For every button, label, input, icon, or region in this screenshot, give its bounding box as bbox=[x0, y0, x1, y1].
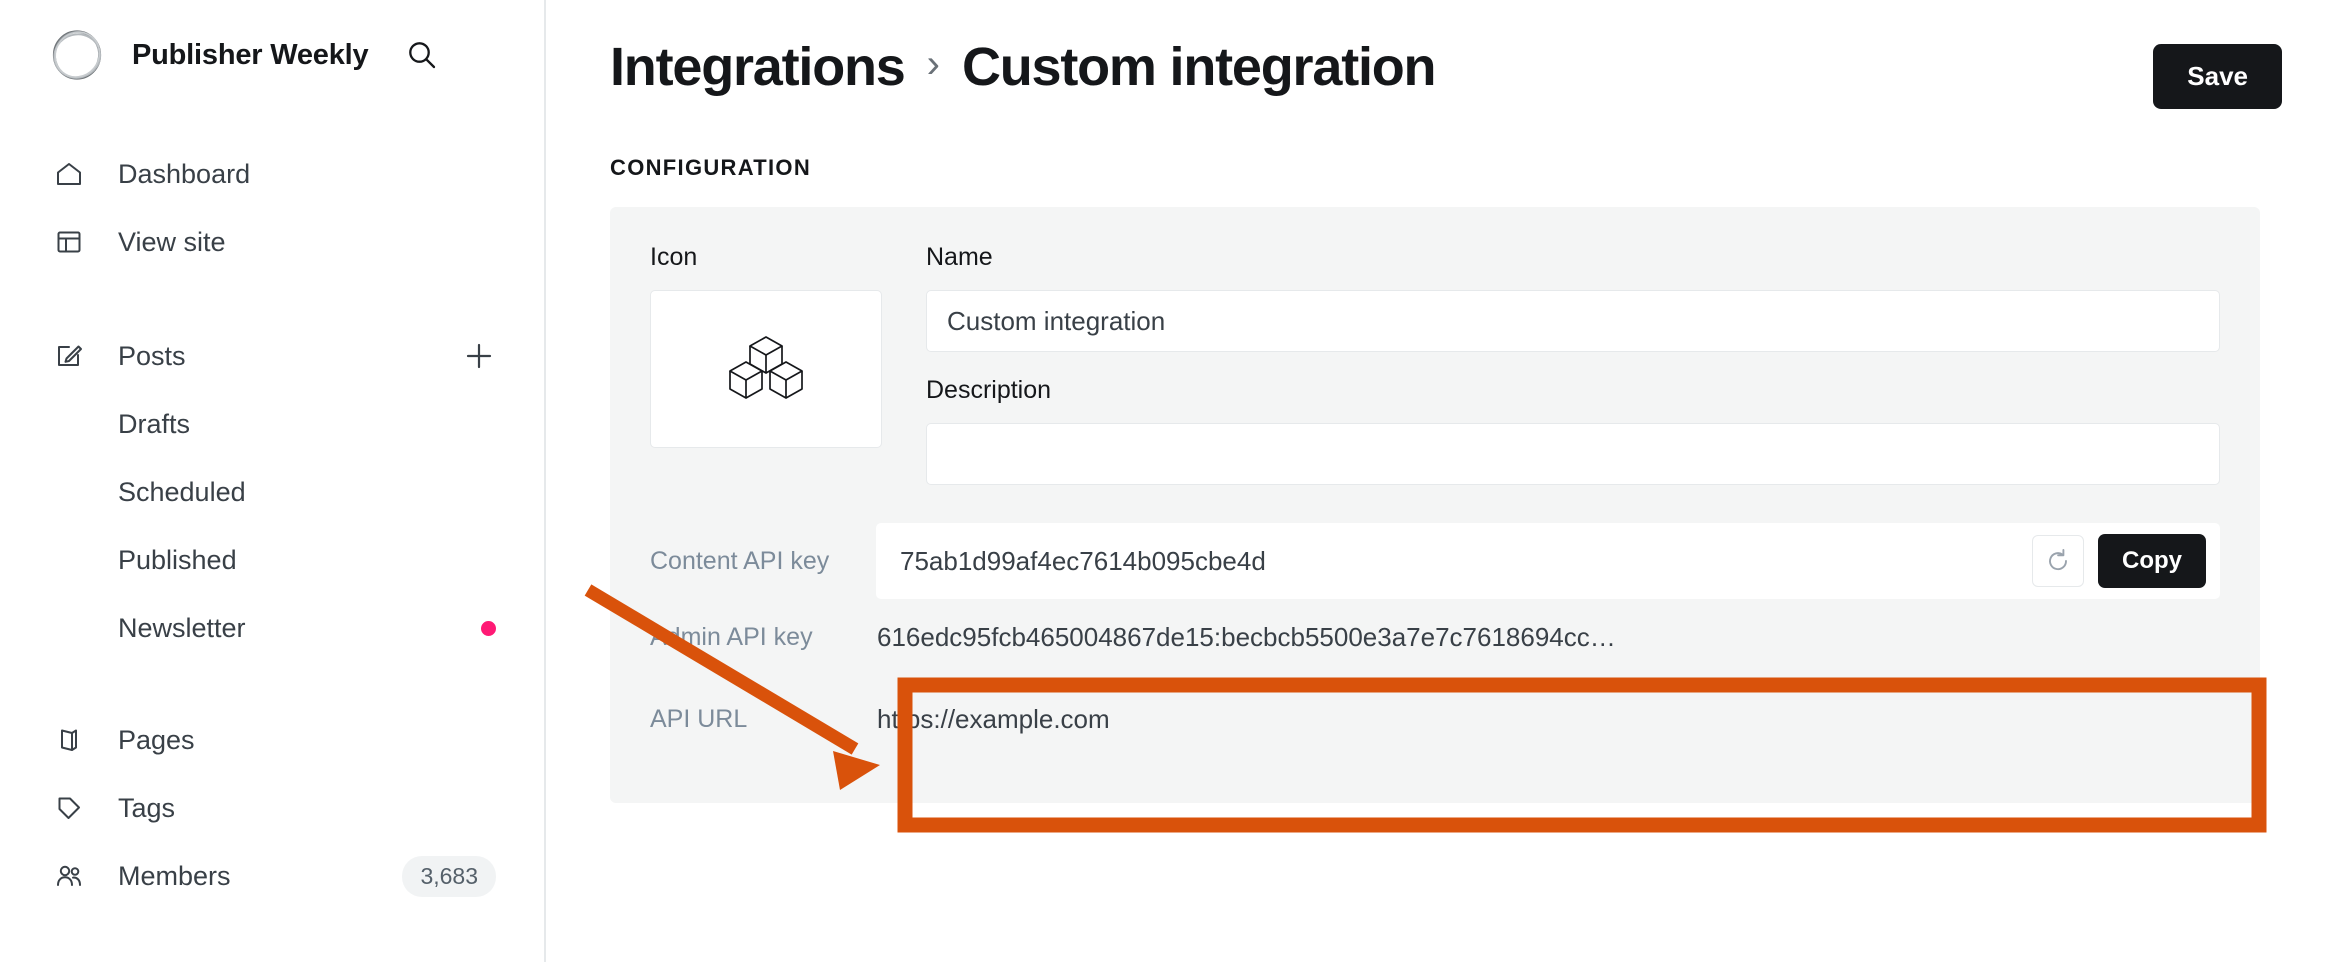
copy-button[interactable]: Copy bbox=[2098, 534, 2206, 588]
members-icon bbox=[52, 859, 86, 893]
search-icon[interactable] bbox=[402, 35, 442, 75]
sidebar-item-label: Pages bbox=[118, 724, 195, 755]
sidebar: Publisher Weekly Dashboard View site Pos… bbox=[0, 0, 546, 962]
integration-icon-upload[interactable] bbox=[650, 290, 882, 448]
members-count-badge: 3,683 bbox=[402, 855, 496, 897]
layout-icon bbox=[52, 225, 86, 259]
name-input[interactable] bbox=[926, 290, 2220, 352]
sidebar-item-newsletter[interactable]: Newsletter bbox=[0, 594, 544, 662]
sidebar-item-label: Members bbox=[118, 860, 231, 891]
save-button[interactable]: Save bbox=[2153, 44, 2282, 109]
sidebar-item-label: Scheduled bbox=[118, 476, 246, 507]
sidebar-item-label: Published bbox=[118, 544, 237, 575]
api-url-value[interactable]: https://example.com bbox=[877, 704, 1110, 735]
name-description-group: Name Description bbox=[926, 243, 2220, 485]
sidebar-item-label: Newsletter bbox=[118, 612, 246, 643]
sidebar-item-label: Tags bbox=[118, 792, 176, 823]
sidebar-item-view-site[interactable]: View site bbox=[0, 208, 544, 276]
page-title: Custom integration bbox=[961, 37, 1437, 97]
edit-pencil-icon bbox=[52, 339, 86, 373]
sidebar-item-label: Posts bbox=[118, 340, 186, 371]
page-header: Integrations › Custom integration Save bbox=[546, 0, 2342, 109]
description-input[interactable] bbox=[926, 423, 2220, 485]
newsletter-unread-dot bbox=[481, 620, 496, 636]
admin-api-key-label: Admin API key bbox=[650, 622, 813, 651]
sidebar-group-posts: Posts Drafts Scheduled Published Newslet… bbox=[0, 322, 544, 662]
sidebar-item-tags[interactable]: Tags bbox=[0, 774, 544, 842]
icon-field-group: Icon bbox=[650, 243, 882, 448]
sidebar-item-members[interactable]: Members 3,683 bbox=[0, 842, 544, 910]
chevron-right-icon: › bbox=[926, 41, 940, 86]
three-cubes-icon bbox=[724, 327, 808, 412]
home-icon bbox=[52, 157, 86, 191]
sidebar-item-drafts[interactable]: Drafts bbox=[0, 390, 544, 458]
tag-icon bbox=[52, 791, 86, 825]
refresh-circular-arrow-icon[interactable] bbox=[2032, 535, 2084, 587]
name-field-label: Name bbox=[926, 243, 993, 271]
content-api-key-value: 75ab1d99af4ec7614b095cbe4d bbox=[900, 545, 1266, 576]
sidebar-item-published[interactable]: Published bbox=[0, 526, 544, 594]
icon-field-label: Icon bbox=[650, 243, 698, 271]
sidebar-item-dashboard[interactable]: Dashboard bbox=[0, 140, 544, 208]
sidebar-item-label: Drafts bbox=[118, 408, 191, 439]
configuration-section-label: CONFIGURATION bbox=[610, 155, 812, 180]
sidebar-item-label: Dashboard bbox=[118, 158, 251, 189]
breadcrumb-parent-link[interactable]: Integrations bbox=[610, 36, 906, 98]
main-content: Integrations › Custom integration Save C… bbox=[546, 0, 2342, 962]
plus-icon[interactable] bbox=[462, 339, 496, 373]
api-url-label: API URL bbox=[650, 704, 748, 733]
configuration-card: Icon Name Custom integration Description… bbox=[610, 207, 2260, 803]
app-root: Publisher Weekly Dashboard View site Pos… bbox=[0, 0, 2342, 962]
api-url-row: API URL https://example.com bbox=[650, 695, 2220, 743]
sidebar-item-pages[interactable]: Pages bbox=[0, 706, 544, 774]
content-api-key-field[interactable]: 75ab1d99af4ec7614b095cbe4d Copy bbox=[876, 523, 2220, 599]
circle-scribble-logo bbox=[48, 26, 106, 84]
sidebar-group-primary: Dashboard View site bbox=[0, 140, 544, 276]
content-api-key-label: Content API key bbox=[650, 546, 830, 575]
admin-api-key-row: Admin API key 616edc95fcb465004867de15:b… bbox=[650, 613, 2220, 661]
configuration-top-row: Icon Name Custom integration Description bbox=[650, 243, 2220, 485]
breadcrumb: Integrations › Custom integration bbox=[610, 36, 1437, 98]
sidebar-item-posts[interactable]: Posts bbox=[0, 322, 544, 390]
sidebar-group-content: Pages Tags Members 3,683 bbox=[0, 706, 544, 910]
admin-api-key-value[interactable]: 616edc95fcb465004867de15:becbcb5500e3a7e… bbox=[877, 622, 1616, 653]
sidebar-brand-row[interactable]: Publisher Weekly bbox=[0, 0, 544, 110]
content-api-key-row: Content API key 75ab1d99af4ec7614b095cbe… bbox=[650, 523, 2220, 599]
pages-icon bbox=[52, 723, 86, 757]
description-field-label: Description bbox=[926, 376, 1052, 404]
brand-name: Publisher Weekly bbox=[132, 38, 369, 71]
sidebar-item-scheduled[interactable]: Scheduled bbox=[0, 458, 544, 526]
sidebar-item-label: View site bbox=[118, 226, 226, 257]
api-credentials-group: Content API key 75ab1d99af4ec7614b095cbe… bbox=[650, 523, 2220, 743]
